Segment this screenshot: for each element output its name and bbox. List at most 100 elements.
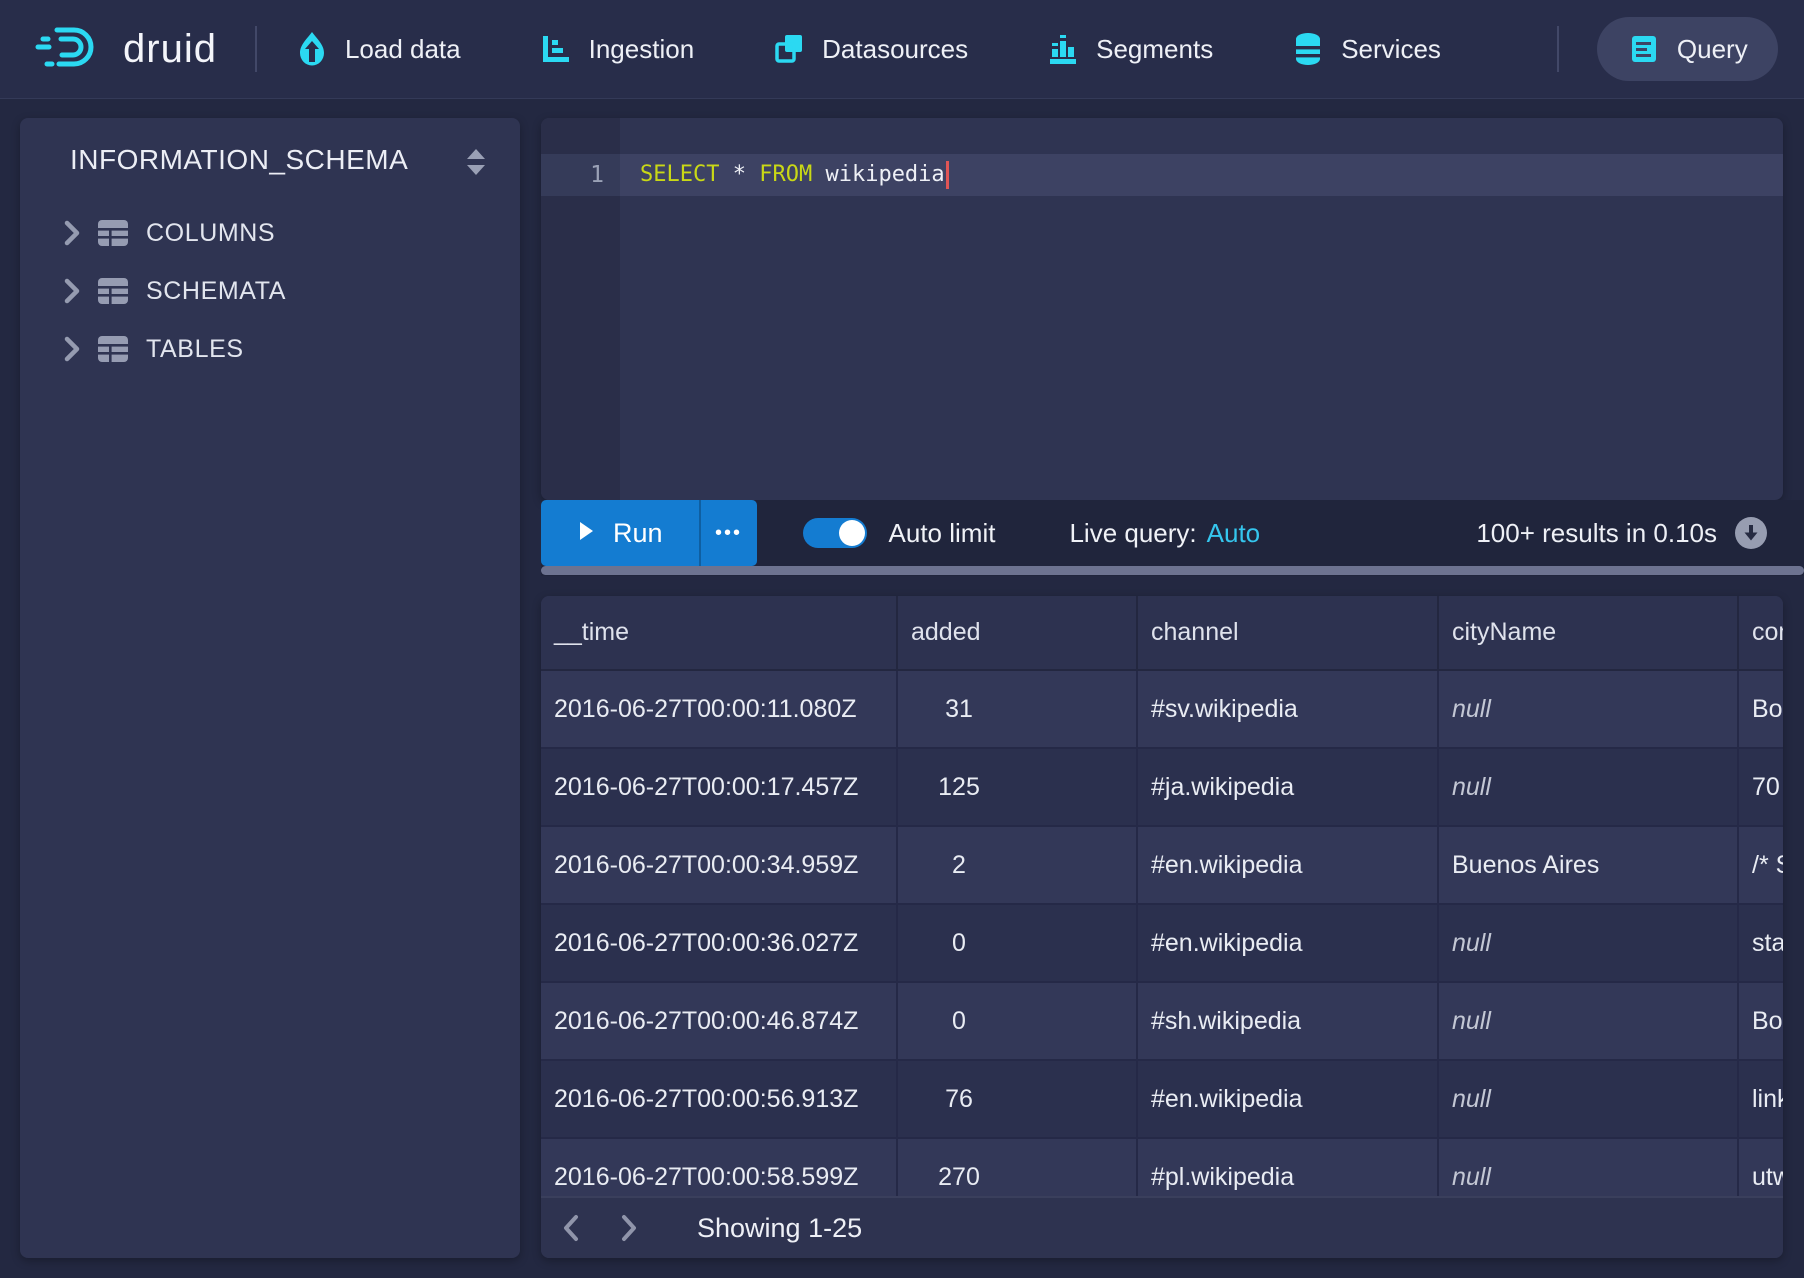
cell-channel: #en.wikipedia <box>1138 905 1439 981</box>
nav-item-label: Load data <box>345 34 461 65</box>
column-header-cityname[interactable]: cityName <box>1439 596 1739 669</box>
cell-added: 2 <box>898 827 1138 903</box>
cell-time: 2016-06-27T00:00:17.457Z <box>541 749 898 825</box>
column-header-channel[interactable]: channel <box>1138 596 1439 669</box>
run-button-group: Run ••• <box>541 500 757 566</box>
run-toolbar: Run ••• Auto limit Live query:Auto 100+ … <box>541 500 1804 576</box>
results-table: __time added channel cityName comment 20… <box>541 596 1783 1258</box>
table-icon <box>97 335 129 363</box>
nav-item-segments[interactable]: Segments <box>1046 32 1213 66</box>
run-more-button[interactable]: ••• <box>699 500 757 566</box>
table-row: 2016-06-27T00:00:56.913Z 76 #en.wikipedi… <box>541 1061 1783 1139</box>
sql-query-text[interactable]: SELECT * FROM wikipedia <box>640 154 949 196</box>
cell-comment: /* S <box>1739 827 1783 903</box>
druid-logo[interactable]: druid <box>35 24 217 75</box>
sql-text: * <box>719 162 759 187</box>
auto-limit-toggle[interactable] <box>803 518 867 548</box>
upload-icon <box>295 31 329 67</box>
nav-item-services[interactable]: Services <box>1291 31 1441 67</box>
sql-text: wikipedia <box>812 162 944 187</box>
table-icon <box>97 277 129 305</box>
datasources-icon <box>772 32 806 66</box>
table-row: 2016-06-27T00:00:34.959Z 2 #en.wikipedia… <box>541 827 1783 905</box>
cell-time: 2016-06-27T00:00:46.874Z <box>541 983 898 1059</box>
cell-time: 2016-06-27T00:00:36.027Z <box>541 905 898 981</box>
showing-label: Showing 1-25 <box>697 1213 862 1244</box>
column-header-added[interactable]: added <box>898 596 1138 669</box>
tree-item-label: COLUMNS <box>146 219 275 248</box>
live-query-label: Live query:Auto <box>1069 518 1260 549</box>
results-summary: 100+ results in 0.10s <box>1476 518 1717 549</box>
results-header-row: __time added channel cityName comment <box>541 596 1783 671</box>
cell-comment: Bo <box>1739 983 1783 1059</box>
cell-added: 76 <box>898 1061 1138 1137</box>
nav-item-query[interactable]: Query <box>1597 17 1778 81</box>
cell-added: 31 <box>898 671 1138 747</box>
cell-cityname: Buenos Aires <box>1439 827 1739 903</box>
nav-divider <box>1557 26 1559 72</box>
column-header-comment[interactable]: comment <box>1739 596 1783 669</box>
cell-comment: sta <box>1739 905 1783 981</box>
run-button-label: Run <box>613 518 663 549</box>
horizontal-scrollbar[interactable] <box>541 566 1804 575</box>
chevron-right-icon[interactable] <box>63 278 81 304</box>
cell-added: 0 <box>898 905 1138 981</box>
nav-item-load-data[interactable]: Load data <box>295 31 461 67</box>
chevron-right-icon[interactable] <box>63 220 81 246</box>
services-icon <box>1291 31 1325 67</box>
top-nav: druid Load data Ingestion <box>0 0 1804 99</box>
query-icon <box>1627 32 1661 66</box>
segments-icon <box>1046 32 1080 66</box>
tree-item-label: TABLES <box>146 335 244 364</box>
sql-editor[interactable]: 1 SELECT * FROM wikipedia <box>541 118 1783 500</box>
cell-added: 0 <box>898 983 1138 1059</box>
cell-comment: link <box>1739 1061 1783 1137</box>
cell-cityname: null <box>1439 749 1739 825</box>
nav-divider <box>255 26 257 72</box>
cell-comment: 70 <box>1739 749 1783 825</box>
cell-cityname: null <box>1439 1061 1739 1137</box>
nav-item-label: Datasources <box>822 34 968 65</box>
nav-item-ingestion[interactable]: Ingestion <box>539 32 695 66</box>
text-cursor <box>946 161 949 189</box>
results-footer: Showing 1-25 <box>541 1196 1783 1258</box>
sql-keyword: SELECT <box>640 162 719 187</box>
cell-cityname: null <box>1439 905 1739 981</box>
sidebar-item-columns[interactable]: COLUMNS <box>20 204 520 262</box>
sidebar-item-schemata[interactable]: SCHEMATA <box>20 262 520 320</box>
nav-item-label: Query <box>1677 34 1748 65</box>
play-icon <box>577 518 595 549</box>
cell-channel: #en.wikipedia <box>1138 827 1439 903</box>
live-query-value[interactable]: Auto <box>1207 518 1261 548</box>
cell-channel: #en.wikipedia <box>1138 1061 1439 1137</box>
chevron-right-icon[interactable] <box>63 336 81 362</box>
sidebar-item-tables[interactable]: TABLES <box>20 320 520 378</box>
nav-item-label: Services <box>1341 34 1441 65</box>
cell-channel: #sv.wikipedia <box>1138 671 1439 747</box>
run-button[interactable]: Run <box>541 500 699 566</box>
nav-item-datasources[interactable]: Datasources <box>772 32 968 66</box>
schema-sidebar: INFORMATION_SCHEMA <box>20 118 520 1258</box>
double-caret-icon[interactable] <box>465 148 487 181</box>
table-row: 2016-06-27T00:00:36.027Z 0 #en.wikipedia… <box>541 905 1783 983</box>
schema-selector: INFORMATION_SCHEMA <box>20 118 520 182</box>
table-row: 2016-06-27T00:00:46.874Z 0 #sh.wikipedia… <box>541 983 1783 1061</box>
nav-item-label: Ingestion <box>589 34 695 65</box>
druid-logo-icon <box>35 24 101 75</box>
table-icon <box>97 219 129 247</box>
tree-item-label: SCHEMATA <box>146 277 286 306</box>
cell-cityname: null <box>1439 671 1739 747</box>
prev-page-button[interactable] <box>549 1204 593 1252</box>
schema-tree: COLUMNS SCHEMATA <box>20 204 520 378</box>
ingestion-icon <box>539 32 573 66</box>
download-icon[interactable] <box>1735 517 1767 549</box>
cell-cityname: null <box>1439 983 1739 1059</box>
schema-title[interactable]: INFORMATION_SCHEMA <box>70 144 408 175</box>
next-page-button[interactable] <box>607 1204 651 1252</box>
toggle-knob <box>839 520 865 546</box>
cell-time: 2016-06-27T00:00:11.080Z <box>541 671 898 747</box>
line-number: 1 <box>541 154 604 196</box>
table-row: 2016-06-27T00:00:11.080Z 31 #sv.wikipedi… <box>541 671 1783 749</box>
column-header-time[interactable]: __time <box>541 596 898 669</box>
sql-keyword: FROM <box>759 162 812 187</box>
